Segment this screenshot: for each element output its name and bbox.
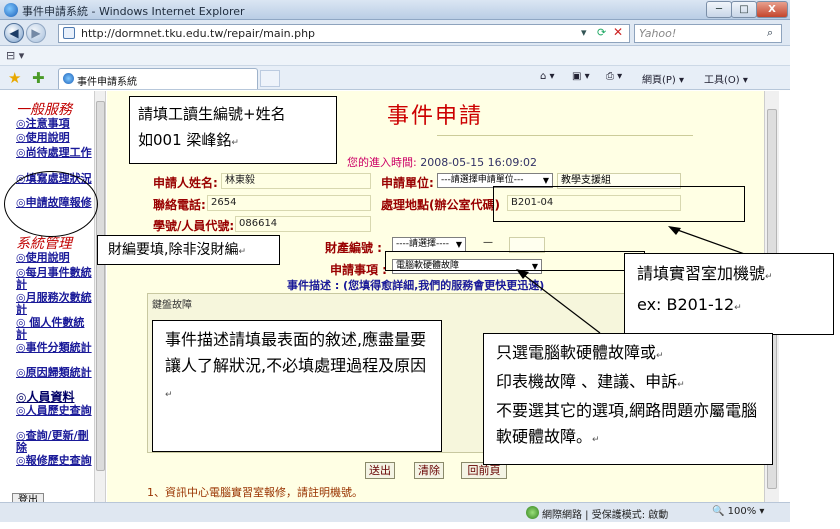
annotation-name-line2: 如001 梁峰銘↵: [138, 131, 239, 149]
annotation-property-note: 財編要填,除非沒財編↵: [97, 235, 280, 265]
annotation-name-line1: 請填工讀生編號+姓名: [138, 105, 286, 123]
annotation-lab-line1: 請填實習室加機號↵: [637, 264, 773, 283]
annotation-lab-note: 請填實習室加機號↵ ex: B201-12↵: [624, 253, 834, 335]
annotation-name-note: 請填工讀生編號+姓名 如001 梁峰銘↵: [129, 96, 337, 164]
annotation-sidebar-circle: [4, 171, 98, 237]
annotation-item-line1: 只選電腦軟硬體故障或↵: [496, 343, 664, 362]
annotation-item-line2: 印表機故障 、建議、申訴↵: [496, 372, 685, 391]
annotation-item-highlight: [385, 251, 645, 271]
annotation-item-line3: 不要選其它的選項,網路問題亦屬電腦軟硬體故障。↵: [496, 401, 758, 446]
annotation-description-note: 事件描述請填最表面的敘述,應盡量要讓人了解狀況,不必填處理過程及原因↵: [152, 320, 442, 452]
annotation-lab-line2: ex: B201-12↵: [637, 295, 742, 314]
annotation-item-note: 只選電腦軟硬體故障或↵ 印表機故障 、建議、申訴↵ 不要選其它的選項,網路問題亦…: [483, 333, 773, 465]
annotation-location-highlight: [493, 186, 745, 222]
